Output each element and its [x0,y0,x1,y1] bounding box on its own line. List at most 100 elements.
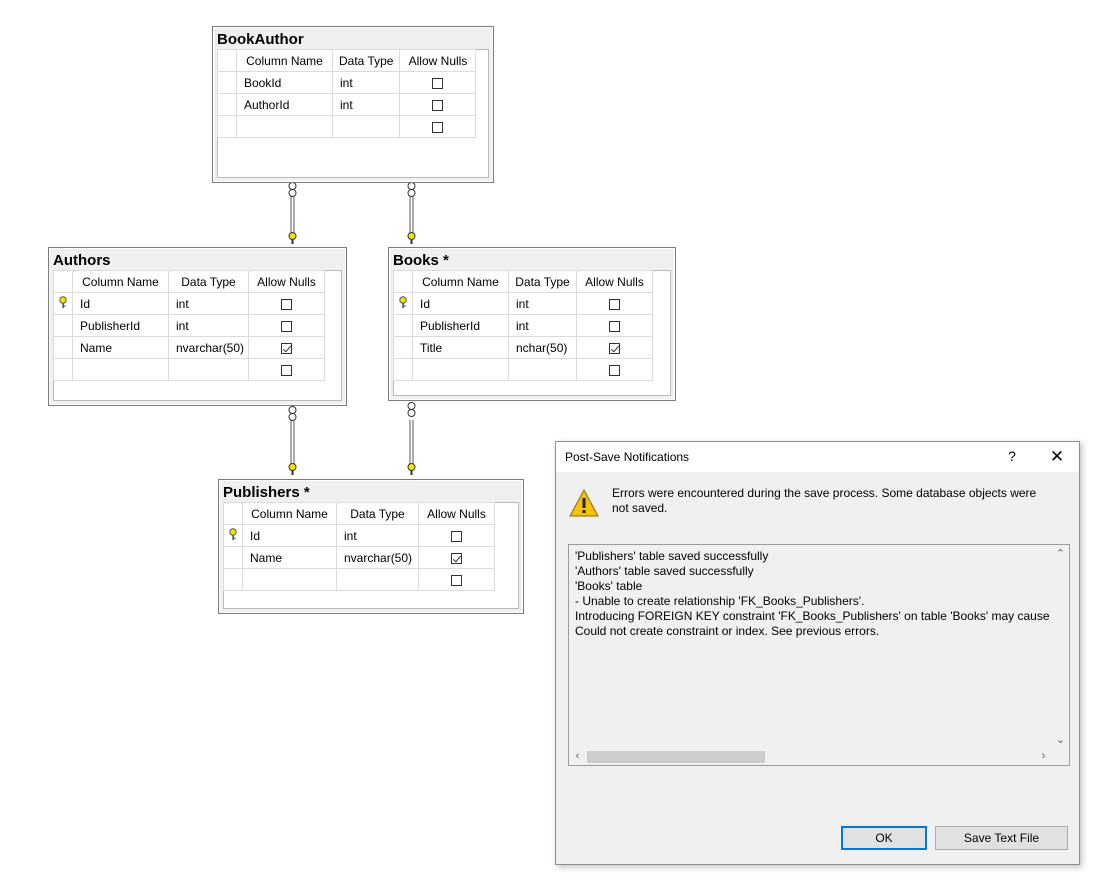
column-name-cell[interactable]: Id [412,292,509,315]
data-type-cell[interactable]: int [336,524,419,547]
log-textbox[interactable]: 'Publishers' table saved successfully 'A… [568,544,1070,766]
header-data-type[interactable]: Data Type [168,270,249,293]
table-row[interactable]: Name nvarchar(50) [223,546,495,569]
column-name-cell[interactable] [236,115,333,138]
table-row[interactable]: AuthorId int [217,93,477,116]
horizontal-scrollbar[interactable]: ‹ › [569,748,1052,765]
relationship-link-icon[interactable] [288,406,297,476]
data-type-cell[interactable]: int [508,314,577,337]
row-selector[interactable] [393,358,413,381]
data-type-cell[interactable] [508,358,577,381]
data-type-cell[interactable]: nchar(50) [508,336,577,359]
row-selector[interactable] [53,336,73,359]
header-column-name[interactable]: Column Name [412,270,509,293]
relationship-link-icon[interactable] [407,182,416,245]
table-row-new[interactable] [217,115,477,138]
table-row[interactable]: BookId int [217,71,477,94]
checkbox-icon[interactable] [432,77,444,89]
table-row[interactable]: Id int [53,292,325,315]
table-row[interactable]: PublisherId int [393,314,653,337]
table-authors[interactable]: Authors Column Name Data Type Allow Null… [48,247,347,406]
row-selector[interactable] [217,93,237,116]
allow-nulls-cell[interactable] [248,314,325,337]
scroll-down-icon[interactable]: ⌄ [1052,733,1069,746]
checkbox-icon[interactable] [451,552,462,564]
table-row[interactable]: Name nvarchar(50) [53,336,325,359]
allow-nulls-cell[interactable] [576,314,653,337]
data-type-cell[interactable] [168,358,249,381]
data-type-cell[interactable]: nvarchar(50) [168,336,249,359]
allow-nulls-cell[interactable] [576,292,653,315]
column-name-cell[interactable]: Title [412,336,509,359]
header-allow-nulls[interactable]: Allow Nulls [399,49,477,72]
row-selector[interactable] [393,314,413,337]
checkbox-icon[interactable] [609,364,620,376]
allow-nulls-cell[interactable] [399,71,477,94]
checkbox-icon[interactable] [281,320,292,332]
allow-nulls-cell[interactable] [418,546,495,569]
row-selector[interactable] [217,115,237,138]
row-selector[interactable] [393,336,413,359]
column-name-cell[interactable]: Id [72,292,169,315]
columns-grid[interactable]: Column Name Data Type Allow Nulls Id int… [53,270,325,381]
vertical-scrollbar[interactable]: ⌃ ⌄ [1052,545,1069,748]
scroll-up-icon[interactable]: ⌃ [1052,547,1069,560]
data-type-cell[interactable] [336,568,419,591]
column-name-cell[interactable] [242,568,337,591]
column-name-cell[interactable] [72,358,169,381]
checkbox-icon[interactable] [609,342,620,354]
checkbox-icon[interactable] [432,99,444,111]
columns-grid[interactable]: Column Name Data Type Allow Nulls Id int… [223,502,495,591]
help-icon[interactable]: ? [998,448,1026,468]
row-selector[interactable] [223,502,243,525]
table-row-new[interactable] [393,358,653,381]
column-name-cell[interactable]: BookId [236,71,333,94]
data-type-cell[interactable]: int [331,93,401,116]
column-name-cell[interactable] [412,358,509,381]
allow-nulls-cell[interactable] [248,292,325,315]
relationship-link-icon[interactable] [407,402,416,476]
save-text-file-button[interactable]: Save Text File [935,826,1068,850]
column-name-cell[interactable]: PublisherId [412,314,509,337]
table-publishers[interactable]: Publishers * Column Name Data Type Allow… [218,479,524,614]
data-type-cell[interactable]: int [331,71,401,94]
column-name-cell[interactable]: Id [242,524,337,547]
allow-nulls-cell[interactable] [576,336,653,359]
header-data-type[interactable]: Data Type [331,49,401,72]
header-column-name[interactable]: Column Name [72,270,169,293]
header-data-type[interactable]: Data Type [336,502,419,525]
row-selector[interactable] [53,270,73,293]
checkbox-icon[interactable] [281,298,292,310]
relationship-link-icon[interactable] [288,182,297,245]
table-row-new[interactable] [53,358,325,381]
allow-nulls-cell[interactable] [418,568,495,591]
table-row[interactable]: Id int [223,524,495,547]
row-selector[interactable] [53,358,73,381]
row-selector[interactable] [217,49,237,72]
checkbox-icon[interactable] [281,364,292,376]
row-selector[interactable] [53,292,73,315]
allow-nulls-cell[interactable] [248,336,325,359]
allow-nulls-cell[interactable] [418,524,495,547]
row-selector[interactable] [223,568,243,591]
header-allow-nulls[interactable]: Allow Nulls [248,270,325,293]
checkbox-icon[interactable] [281,342,292,354]
header-data-type[interactable]: Data Type [508,270,577,293]
columns-grid[interactable]: Column Name Data Type Allow Nulls Id int… [393,270,653,381]
table-row-new[interactable] [223,568,495,591]
row-selector[interactable] [393,270,413,293]
close-icon[interactable]: ✕ [1042,447,1072,469]
table-row[interactable]: PublisherId int [53,314,325,337]
checkbox-icon[interactable] [432,121,444,133]
column-name-cell[interactable]: PublisherId [72,314,169,337]
columns-grid[interactable]: Column Name Data Type Allow Nulls BookId… [217,49,477,138]
scroll-right-icon[interactable]: › [1035,750,1052,762]
header-allow-nulls[interactable]: Allow Nulls [576,270,653,293]
data-type-cell[interactable]: nvarchar(50) [336,546,419,569]
table-bookauthor[interactable]: BookAuthor Column Name Data Type Allow N… [212,26,494,183]
allow-nulls-cell[interactable] [399,93,477,116]
ok-button[interactable]: OK [841,826,927,850]
row-selector[interactable] [53,314,73,337]
scroll-thumb[interactable] [587,751,765,763]
post-save-dialog[interactable]: Post-Save Notifications ? ✕ Errors were … [555,441,1080,865]
